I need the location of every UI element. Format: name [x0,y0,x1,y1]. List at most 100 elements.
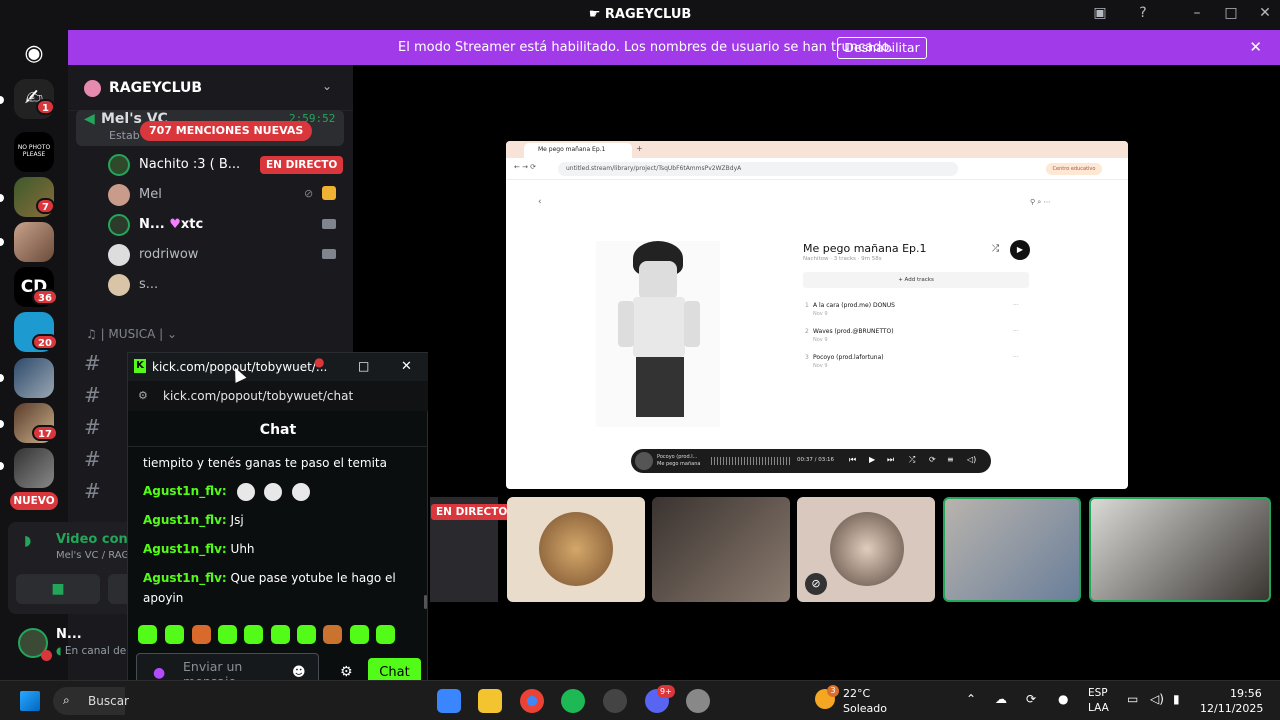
server-icon-7[interactable] [14,358,54,398]
scrollbar[interactable] [424,595,427,609]
next-icon: ⏭ [887,455,895,464]
emote-icon[interactable] [350,625,369,644]
avatar [108,214,130,236]
user-name: N... [56,627,82,642]
popout-url[interactable]: kick.com/popout/tobywuet/chat [163,389,353,403]
emote-icon [264,482,283,501]
browser-tab: Me pego mañana Ep.1 [524,143,632,158]
volume-icon[interactable]: ◁) [1150,692,1164,706]
voice-member[interactable]: s... [108,272,348,298]
chevron-down-icon[interactable]: ⌄ [322,79,332,93]
add-tracks-button: + Add tracks [803,272,1029,288]
discord-home-icon[interactable]: ◉ [14,34,54,74]
participant-tile[interactable] [1089,497,1271,602]
inbox-icon[interactable]: ▣ [1090,5,1110,25]
server-badge: 36 [32,289,58,305]
queue-icon: ≡ [947,455,954,464]
mentions-badge[interactable]: 707 MENCIONES NUEVAS [140,121,313,141]
emote-icon[interactable] [323,625,342,644]
hash-icon[interactable]: # [84,479,101,503]
maximize-button[interactable]: □ [1221,5,1241,25]
repeat-icon: ⟳ [929,455,936,464]
new-badge: NUEVO [10,492,58,510]
toolbar-icons: ⚲ ⌕ ⋯ [1030,198,1051,206]
voice-member[interactable]: rodriwow [108,242,348,268]
store-icon[interactable] [437,689,461,713]
signal-icon: ◗ [24,533,32,549]
settings-icon[interactable] [686,689,710,713]
server-icon-9[interactable] [14,448,54,488]
site-settings-icon[interactable]: ⚙ [138,389,148,402]
sync-icon[interactable]: ⟳ [1026,692,1036,706]
maximize-button[interactable]: □ [358,359,369,373]
voice-member[interactable]: Nachito :3 ( B... ■ EN DIRECTO [108,152,348,178]
heart-icon: ♥ [169,217,181,232]
hash-icon[interactable]: # [84,351,101,375]
weather-badge: 3 [827,685,839,697]
help-icon[interactable]: ? [1133,5,1153,25]
hash-icon[interactable]: # [84,447,101,471]
player-thumb [635,452,653,470]
close-icon[interactable]: ✕ [1249,38,1262,56]
emote-icon[interactable] [271,625,290,644]
camera-toggle-button[interactable]: ■ [16,574,100,604]
voice-member[interactable]: Mel ⊘ [108,182,348,208]
language-code[interactable]: ESP [1088,687,1108,699]
emote-icon[interactable] [138,625,157,644]
close-window-button[interactable]: ✕ [1255,5,1275,25]
chat-message: Agust1n_flv: Uhh [143,542,255,556]
minimize-button[interactable]: – [1187,5,1207,25]
emote-icon[interactable] [244,625,263,644]
voice-member[interactable]: N... ♥xtc [108,212,348,238]
file-explorer-icon[interactable] [478,689,502,713]
cloud-icon[interactable]: ☁ [995,692,1007,706]
taskbar: ⌕ Buscar 9+ 3 22°C Soleado ⌃ ☁ ⟳ ● ESP L… [0,680,1280,720]
network-icon[interactable]: ▭ [1127,692,1138,706]
battery-icon[interactable]: ▮ [1173,692,1180,706]
unread-pill [0,96,4,104]
voice-status: Video cone [56,532,137,547]
taskbar-search[interactable]: ⌕ Buscar [53,687,129,715]
windows-start-icon[interactable] [20,691,40,711]
server-icon-2[interactable]: NO PHOTO PLEASE [14,132,54,172]
participant-tile[interactable] [507,497,645,602]
close-button[interactable]: ✕ [401,359,412,374]
screen-share[interactable]: Me pego mañana Ep.1 + ← → ⟳ untitled.str… [506,141,1128,489]
microphone-icon[interactable]: ● [153,665,165,681]
emoji-icon[interactable]: ☻ [292,665,306,680]
discord-badge: 9+ [657,685,675,698]
chevron-up-icon[interactable]: ⌃ [966,692,976,706]
member-name: Mel [139,187,162,202]
clock-date[interactable]: 12/11/2025 [1200,702,1263,715]
server-icon-4[interactable] [14,222,54,262]
settings-gear-icon[interactable]: ⚙ [340,664,353,680]
category-header[interactable]: ♫ | MUSICA | ⌄ [86,327,177,341]
clock-time[interactable]: 19:56 [1230,687,1262,700]
app-icon[interactable] [603,689,627,713]
unread-pill [0,420,4,428]
camera-icon [322,219,336,229]
chrome-icon[interactable] [520,689,544,713]
server-badge: 7 [36,198,55,214]
microphone-icon[interactable]: ● [1058,692,1068,706]
chat-message: Agust1n_flv: [143,481,413,501]
hash-icon[interactable]: # [84,383,101,407]
server-logo-icon: ☛ [588,7,605,22]
emote-icon[interactable] [192,625,211,644]
participant-tile[interactable]: ⊘ [797,497,935,602]
emote-icon[interactable] [376,625,395,644]
participant-tile[interactable] [652,497,790,602]
server-badge: 17 [32,425,58,441]
emote-icon[interactable] [165,625,184,644]
keyboard-layout[interactable]: LAA [1088,702,1109,714]
guild-header[interactable]: RAGEYCLUB ⌄ [68,65,353,111]
emote-icon[interactable] [297,625,316,644]
user-panel: N... ◖ En canal de [8,616,128,672]
unread-pill [0,462,4,470]
disable-streamer-button[interactable]: Deshabilitar [837,37,927,59]
hash-icon[interactable]: # [84,415,101,439]
spotify-icon[interactable] [561,689,585,713]
live-badge: EN DIRECTO [431,504,513,520]
participant-tile[interactable] [943,497,1081,602]
emote-icon[interactable] [218,625,237,644]
